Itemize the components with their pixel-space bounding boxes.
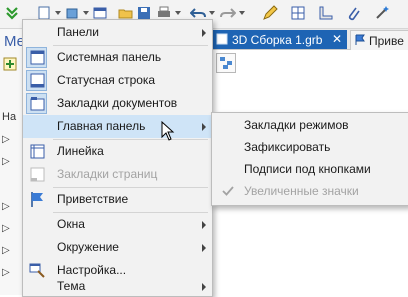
menu-item-large-icons: Увеличенные значки — [212, 180, 408, 203]
pencil-icon[interactable] — [262, 5, 278, 21]
tab-3d-assembly[interactable]: 3D Сборка 1.grb ✕ — [212, 30, 347, 49]
menu-item-label: Главная панель — [57, 119, 146, 133]
ruler-icon — [30, 144, 45, 159]
flag-icon — [31, 192, 43, 207]
submenu-arrow-icon — [202, 283, 206, 291]
menu-item-label: Зафиксировать — [244, 140, 331, 154]
menu-item-main-panel[interactable]: Главная панель — [23, 115, 212, 138]
menu-item-mode-tabs[interactable]: Закладки режимов — [212, 114, 408, 137]
menu-item-label: Увеличенные значки — [244, 184, 359, 198]
menu-item-label: Окна — [57, 217, 85, 231]
menu-item-environment[interactable]: Окружение — [23, 236, 212, 259]
system-panel-icon — [30, 50, 45, 65]
hierarchy-icon — [220, 57, 232, 69]
menu-item-ruler[interactable]: Линейка — [23, 140, 212, 163]
chevron-down-icon[interactable] — [83, 11, 89, 15]
document-tabs: 3D Сборка 1.grb ✕ Приве — [212, 29, 408, 50]
panels-menu: Панели Системная панель Статусная строка… — [22, 19, 213, 297]
grid-icon[interactable] — [290, 5, 306, 21]
menu-item-pin[interactable]: Зафиксировать — [212, 136, 408, 159]
ruler-icon[interactable] — [318, 5, 334, 21]
add-icon[interactable] — [3, 57, 17, 71]
tree-expander[interactable]: ▷ — [2, 223, 10, 234]
menu-item-label: Линейка — [57, 144, 104, 158]
tree-expander[interactable]: ▷ — [2, 134, 10, 145]
double-chevron-down-icon[interactable] — [4, 5, 20, 21]
menu-item-windows[interactable]: Окна — [23, 213, 212, 236]
tab-welcome[interactable]: Приве — [350, 30, 408, 50]
chevron-down-icon[interactable] — [55, 11, 61, 15]
menu-item-document-tabs[interactable]: Закладки документов — [23, 92, 212, 115]
menu-item-label: Тема — [57, 279, 86, 293]
mouse-cursor-icon — [161, 121, 175, 141]
paperclip-icon[interactable] — [346, 5, 362, 21]
menu-item-page-tabs: Закладки страниц — [23, 163, 212, 186]
checkmark-icon — [222, 186, 234, 196]
tree-expander[interactable]: ▷ — [2, 156, 10, 167]
menu-item-status-bar[interactable]: Статусная строка — [23, 69, 212, 92]
submenu-arrow-icon — [202, 29, 206, 37]
tree-expander[interactable]: ▷ — [2, 245, 10, 256]
menu-item-label: Закладки страниц — [57, 167, 158, 181]
page-tabs-icon — [30, 167, 45, 182]
chevron-down-icon[interactable] — [239, 11, 245, 15]
tree-expander[interactable]: ▷ — [2, 201, 10, 212]
menu-item-label: Закладки документов — [57, 96, 178, 110]
menu-item-system-panel[interactable]: Системная панель — [23, 46, 212, 69]
menu-item-label: Приветствие — [57, 192, 129, 206]
tree-expander[interactable]: ▷ — [2, 267, 10, 278]
menu-item-theme[interactable]: Тема — [23, 272, 212, 295]
submenu-arrow-icon — [202, 123, 206, 131]
flag-icon — [355, 34, 365, 45]
submenu-arrow-icon — [202, 244, 206, 252]
document-icon — [216, 33, 228, 45]
chevron-down-icon[interactable] — [175, 11, 181, 15]
menu-item-panels[interactable]: Панели — [23, 21, 212, 44]
menu-item-label: Системная панель — [57, 50, 162, 64]
submenu-arrow-icon — [202, 221, 206, 229]
menu-item-label: Панели — [57, 25, 99, 39]
menu-item-welcome[interactable]: Приветствие — [23, 188, 212, 211]
main-panel-submenu: Закладки режимов Зафиксировать Подписи п… — [211, 112, 408, 206]
tab-label: 3D Сборка 1.grb — [232, 33, 323, 47]
menu-item-label: Окружение — [57, 240, 119, 254]
chevron-down-icon[interactable] — [209, 11, 215, 15]
menu-item-button-captions[interactable]: Подписи под кнопками — [212, 158, 408, 181]
document-tabs-icon — [30, 97, 45, 111]
magic-icon[interactable] — [374, 5, 390, 21]
model-tree-button[interactable] — [216, 53, 236, 73]
menu-item-label: Подписи под кнопками — [244, 162, 371, 176]
status-bar-icon — [30, 73, 45, 88]
tree-header-label: На — [2, 111, 17, 123]
menu-item-label: Статусная строка — [57, 73, 156, 87]
tab-label: Приве — [369, 34, 404, 48]
document-area — [212, 50, 408, 118]
menu-item-label: Закладки режимов — [244, 118, 349, 132]
redo-icon[interactable] — [220, 5, 236, 21]
close-icon[interactable]: ✕ — [332, 32, 342, 46]
